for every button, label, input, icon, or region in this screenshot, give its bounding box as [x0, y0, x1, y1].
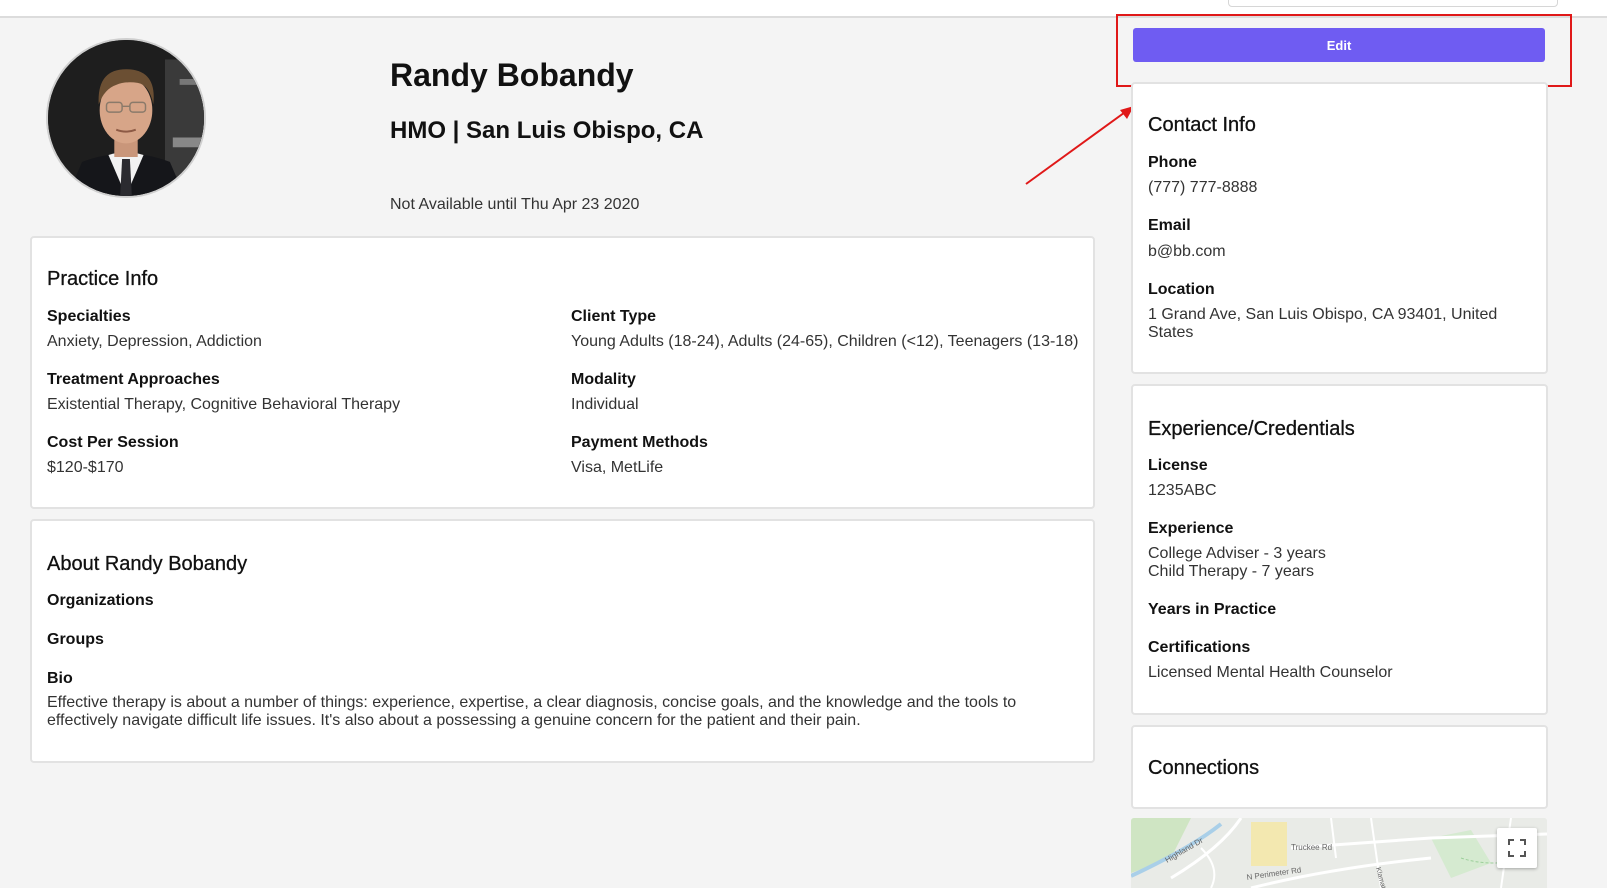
- experience-label: Experience: [1148, 520, 1234, 537]
- connections-card: Connections: [1131, 725, 1548, 809]
- license-value: 1235ABC: [1148, 482, 1217, 499]
- client-type-value: Young Adults (18-24), Adults (24-65), Ch…: [571, 333, 1079, 350]
- fullscreen-icon: [1508, 839, 1526, 857]
- bio-label: Bio: [47, 670, 73, 687]
- payment-methods-value: Visa, MetLife: [571, 459, 664, 476]
- phone-value: (777) 777-8888: [1148, 179, 1258, 196]
- client-type-label: Client Type: [571, 308, 657, 325]
- cost-per-session-value: $120-$170: [47, 459, 124, 476]
- practice-info-card: Practice Info Specialties Anxiety, Depre…: [30, 236, 1095, 509]
- connections-title: Connections: [1148, 757, 1260, 779]
- location-line-2: States: [1148, 324, 1194, 341]
- profile-name: Randy Bobandy: [390, 57, 634, 93]
- bio-line-1: Effective therapy is about a number of t…: [47, 694, 1017, 711]
- specialties-value: Anxiety, Depression, Addiction: [47, 333, 262, 350]
- license-label: License: [1148, 457, 1208, 474]
- email-value: b@bb.com: [1148, 243, 1226, 260]
- years-in-practice-label: Years in Practice: [1148, 601, 1277, 618]
- modality-value: Individual: [571, 396, 639, 413]
- contact-info-title: Contact Info: [1148, 114, 1256, 136]
- experience-line-2: Child Therapy - 7 years: [1148, 563, 1314, 580]
- treatment-approaches-label: Treatment Approaches: [47, 371, 220, 388]
- cost-per-session-label: Cost Per Session: [47, 434, 179, 451]
- location-label: Location: [1148, 281, 1215, 298]
- organizations-label: Organizations: [47, 592, 154, 609]
- annotation-arrow: [1025, 106, 1134, 185]
- groups-label: Groups: [47, 631, 104, 648]
- payment-methods-label: Payment Methods: [571, 434, 708, 451]
- top-search-input[interactable]: [1228, 0, 1558, 7]
- location-map[interactable]: Highland Dr Truckee Rd N Perimeter Rd Kl…: [1131, 818, 1547, 888]
- top-bar: [0, 0, 1607, 18]
- availability-status: Not Available until Thu Apr 23 2020: [390, 196, 640, 213]
- experience-card: Experience/Credentials License 1235ABC E…: [1131, 384, 1548, 715]
- edit-button[interactable]: Edit: [1133, 28, 1545, 62]
- practice-info-title: Practice Info: [47, 268, 159, 290]
- about-title: About Randy Bobandy: [47, 553, 248, 575]
- about-card: About Randy Bobandy Organizations Groups…: [30, 519, 1095, 763]
- map-tiles: Highland Dr Truckee Rd N Perimeter Rd Kl…: [1131, 818, 1547, 888]
- certifications-label: Certifications: [1148, 639, 1251, 656]
- certifications-value: Licensed Mental Health Counselor: [1148, 664, 1393, 681]
- avatar: [46, 38, 206, 198]
- experience-title: Experience/Credentials: [1148, 418, 1355, 440]
- map-fullscreen-button[interactable]: [1497, 828, 1537, 868]
- experience-line-1: College Adviser - 3 years: [1148, 545, 1326, 562]
- bio-line-2: effectively navigate difficult life issu…: [47, 712, 861, 729]
- modality-label: Modality: [571, 371, 636, 388]
- phone-label: Phone: [1148, 154, 1197, 171]
- contact-info-card: Contact Info Phone (777) 777-8888 Email …: [1131, 82, 1548, 374]
- email-label: Email: [1148, 217, 1191, 234]
- avatar-portrait: [48, 40, 204, 196]
- specialties-label: Specialties: [47, 308, 131, 325]
- location-line-1: 1 Grand Ave, San Luis Obispo, CA 93401, …: [1148, 306, 1498, 323]
- map-label-truckee: Truckee Rd: [1291, 843, 1332, 852]
- treatment-approaches-value: Existential Therapy, Cognitive Behaviora…: [47, 396, 401, 413]
- profile-subtitle: HMO | San Luis Obispo, CA: [390, 117, 704, 144]
